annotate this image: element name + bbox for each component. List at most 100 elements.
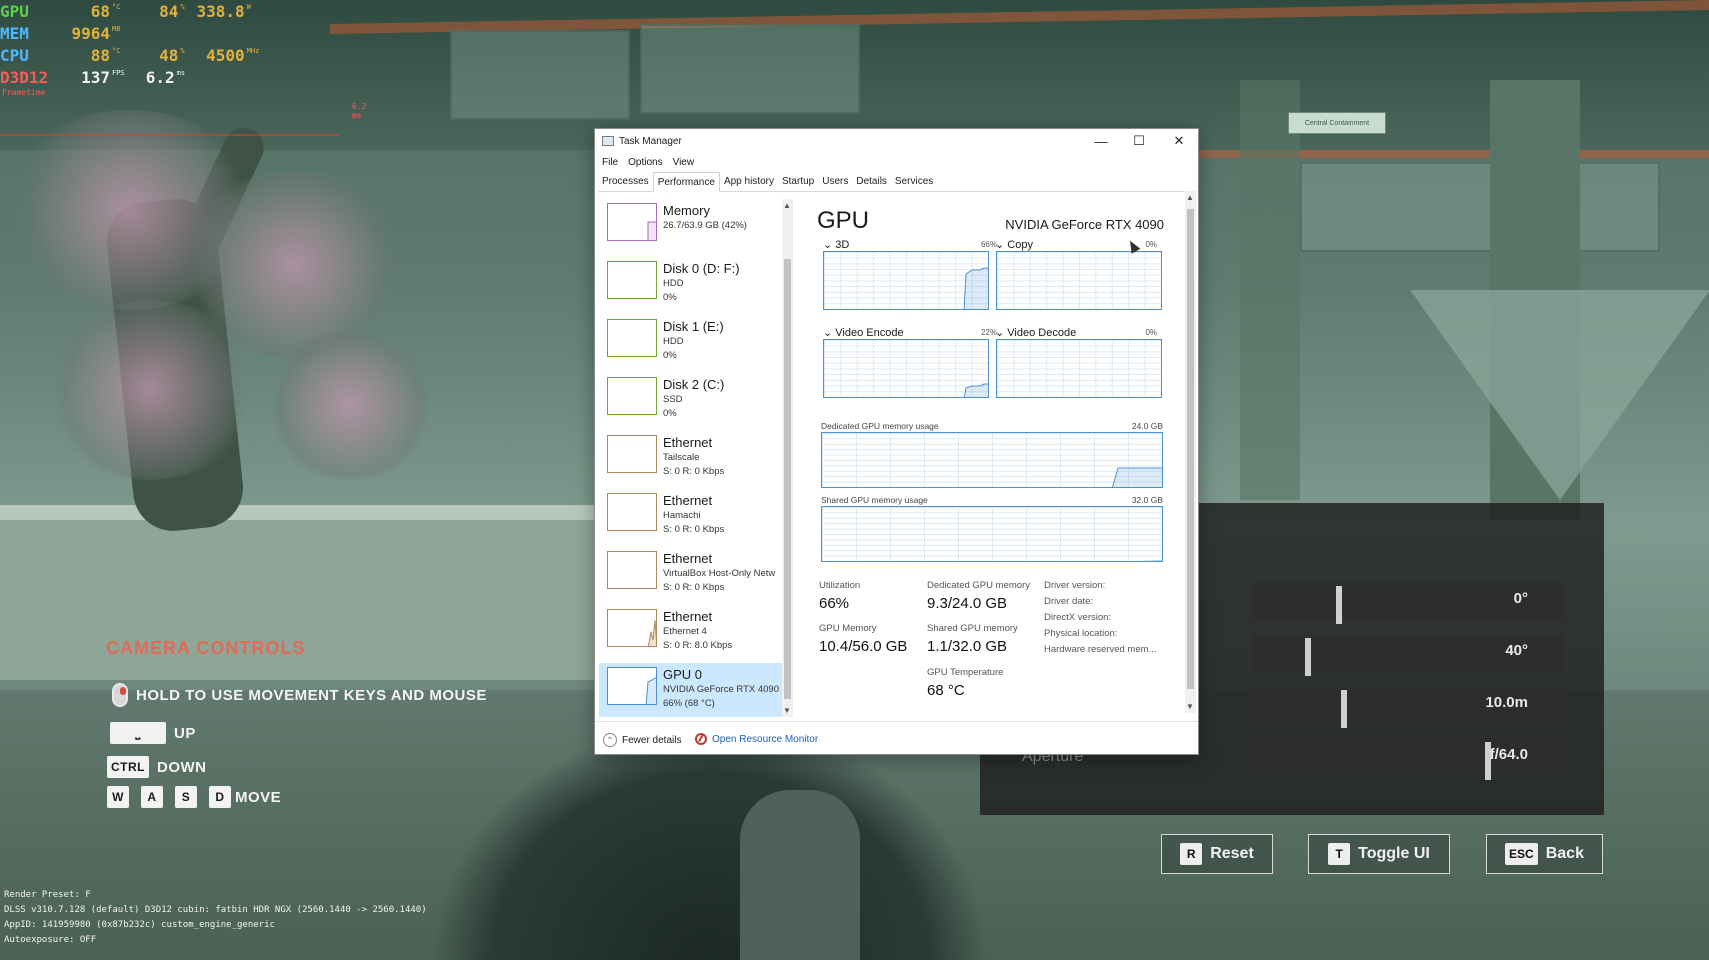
close-icon[interactable]: ✕	[1160, 131, 1198, 151]
resource-list-scrollbar[interactable]: ▲ ▼	[782, 199, 793, 717]
fewer-details-button[interactable]: ⌃ Fewer details	[603, 733, 681, 747]
resource-sub: VirtualBox Host-Only Netw	[663, 568, 776, 579]
photo-slider-handle[interactable]	[1305, 638, 1311, 676]
osd-mem-label: MEM	[0, 24, 29, 43]
photo-slider-handle[interactable]	[1336, 586, 1342, 624]
disk-thumbnail-graph	[607, 261, 657, 299]
w-key: W	[107, 786, 129, 808]
photo-slider-row[interactable]: 40°	[1252, 634, 1564, 676]
scroll-up-icon[interactable]: ▲	[1186, 193, 1194, 202]
dlss-debug-text: Render Preset: F DLSS v310.7.128 (defaul…	[4, 888, 427, 948]
tree-foliage	[260, 330, 440, 480]
osd-frametime-label: Frametime	[2, 88, 46, 97]
scrollbar-thumb[interactable]	[1187, 209, 1194, 689]
back-button[interactable]: ESC Back	[1486, 834, 1603, 874]
resource-sub: Ethernet 4	[663, 626, 707, 637]
resource-list: Memory 26.7/63.9 GB (42%) Disk 0 (D: F:)…	[599, 199, 786, 717]
ethernet-thumbnail-graph	[607, 609, 657, 647]
engine-video-decode-label[interactable]: ⌄ Video Decode	[995, 326, 1076, 339]
resource-ethernet-tailscale[interactable]: Ethernet Tailscale S: 0 R: 0 Kbps	[599, 431, 786, 487]
engine-3d-label[interactable]: ⌄ 3D	[823, 238, 849, 251]
resource-ethernet-4[interactable]: Ethernet Ethernet 4 S: 0 R: 8.0 Kbps	[599, 605, 786, 661]
osd-api-label: D3D12	[0, 68, 49, 87]
window-title: Task Manager	[619, 135, 682, 147]
pillar	[1240, 80, 1300, 500]
minimize-icon[interactable]: —	[1082, 131, 1120, 151]
title-bar[interactable]: Task Manager — ☐ ✕	[595, 129, 1198, 153]
resource-gpu-0[interactable]: GPU 0 NVIDIA GeForce RTX 4090 66% (68 °C…	[599, 663, 786, 717]
photo-slider-handle[interactable]	[1341, 690, 1347, 728]
resource-ethernet-hamachi[interactable]: Ethernet Hamachi S: 0 R: 0 Kbps	[599, 489, 786, 545]
debug-line: AppID: 141959980 (0x87b232c) custom_engi…	[4, 920, 275, 930]
osd-gpu-load: 84	[159, 2, 179, 21]
memory-thumbnail-svg	[647, 221, 656, 240]
resource-disk-1[interactable]: Disk 1 (E:) HDD 0%	[599, 315, 786, 371]
engine-video-encode-graph	[823, 339, 989, 398]
a-key: A	[141, 786, 163, 808]
resource-name: Disk 1 (E:)	[663, 319, 724, 334]
tab-processes[interactable]: Processes	[598, 172, 653, 191]
resource-name: Disk 2 (C:)	[663, 377, 725, 392]
toggle-ui-button[interactable]: T Toggle UI	[1308, 834, 1450, 874]
engine-video-decode-name: Video Decode	[1007, 327, 1077, 339]
open-resource-monitor-link[interactable]: Open Resource Monitor	[695, 733, 818, 745]
tab-details[interactable]: Details	[852, 172, 891, 191]
osd-cpu-label: CPU	[0, 46, 29, 65]
chevron-down-icon: ⌄	[823, 239, 836, 251]
utilization-value: 66%	[819, 595, 850, 612]
tab-app-history[interactable]: App history	[720, 172, 778, 191]
photo-slider-value: 10.0m	[1485, 694, 1528, 711]
menu-options[interactable]: Options	[625, 155, 665, 170]
resource-sub: Hamachi	[663, 510, 701, 521]
ethernet-thumbnail-svg	[647, 619, 656, 646]
dedicated-memory-graph	[821, 432, 1163, 488]
menu-view[interactable]: View	[670, 155, 698, 170]
engine-video-encode-label[interactable]: ⌄ Video Encode	[823, 326, 904, 339]
hardware-reserved-label: Hardware reserved mem...	[1044, 644, 1157, 655]
tab-startup[interactable]: Startup	[778, 172, 818, 191]
osd-gpu-row: GPU 68 °C 84 % 338.8 W	[0, 2, 251, 22]
tab-services[interactable]: Services	[891, 172, 937, 191]
aperture-slider-value: f/64.0	[1489, 746, 1528, 763]
gpu-memory-value: 10.4/56.0 GB	[819, 638, 908, 655]
resource-name: Memory	[663, 203, 710, 218]
resource-sub2: 66% (68 °C)	[663, 698, 715, 709]
scroll-up-icon[interactable]: ▲	[783, 201, 791, 210]
resource-name: Disk 0 (D: F:)	[663, 261, 740, 276]
detail-scrollbar[interactable]: ▲ ▼	[1185, 191, 1196, 713]
resource-disk-0[interactable]: Disk 0 (D: F:) HDD 0%	[599, 257, 786, 313]
resource-ethernet-virtualbox[interactable]: Ethernet VirtualBox Host-Only Netw S: 0 …	[599, 547, 786, 603]
menu-file[interactable]: File	[599, 155, 621, 170]
dedicated-mem-stat-value: 9.3/24.0 GB	[927, 595, 1008, 612]
toggle-ui-label: Toggle UI	[1358, 845, 1430, 862]
osd-gpu-temp-unit: °C	[112, 3, 121, 11]
player-character	[430, 720, 990, 960]
photo-slider-row[interactable]: 10.0m	[1252, 686, 1564, 728]
reset-button[interactable]: R Reset	[1161, 834, 1273, 874]
osd-cpu-load: 48	[159, 46, 179, 65]
resource-disk-2[interactable]: Disk 2 (C:) SSD 0%	[599, 373, 786, 429]
d-key: D	[209, 786, 231, 808]
scroll-down-icon[interactable]: ▼	[783, 706, 791, 715]
tab-performance[interactable]: Performance	[652, 172, 720, 192]
maximize-icon[interactable]: ☐	[1120, 131, 1158, 151]
osd-api-row: D3D12 137 FPS 6.2 ms	[0, 68, 185, 88]
scrollbar-thumb[interactable]	[784, 259, 791, 699]
ethernet-thumbnail-graph	[607, 435, 657, 473]
tab-users[interactable]: Users	[818, 172, 852, 191]
disk-thumbnail-graph	[607, 319, 657, 357]
photo-slider-row[interactable]: 0°	[1252, 582, 1564, 624]
aperture-slider-row[interactable]: f/64.0	[1252, 738, 1564, 780]
engine-video-encode-name: Video Encode	[835, 327, 904, 339]
ctrl-key: CTRL	[107, 756, 149, 778]
osd-gpu-power-unit: W	[246, 3, 251, 11]
photo-slider-value: 0°	[1513, 590, 1528, 607]
resource-memory[interactable]: Memory 26.7/63.9 GB (42%)	[599, 199, 786, 255]
engine-3d-pct: 66%	[980, 240, 997, 249]
scroll-down-icon[interactable]: ▼	[1186, 702, 1194, 711]
osd-gpu-label: GPU	[0, 2, 29, 21]
debug-line: Render Preset: F	[4, 890, 91, 900]
ethernet-thumbnail-graph	[607, 551, 657, 589]
chevron-down-icon: ⌄	[995, 239, 1008, 251]
engine-copy-label[interactable]: ⌄ Copy	[995, 238, 1033, 251]
